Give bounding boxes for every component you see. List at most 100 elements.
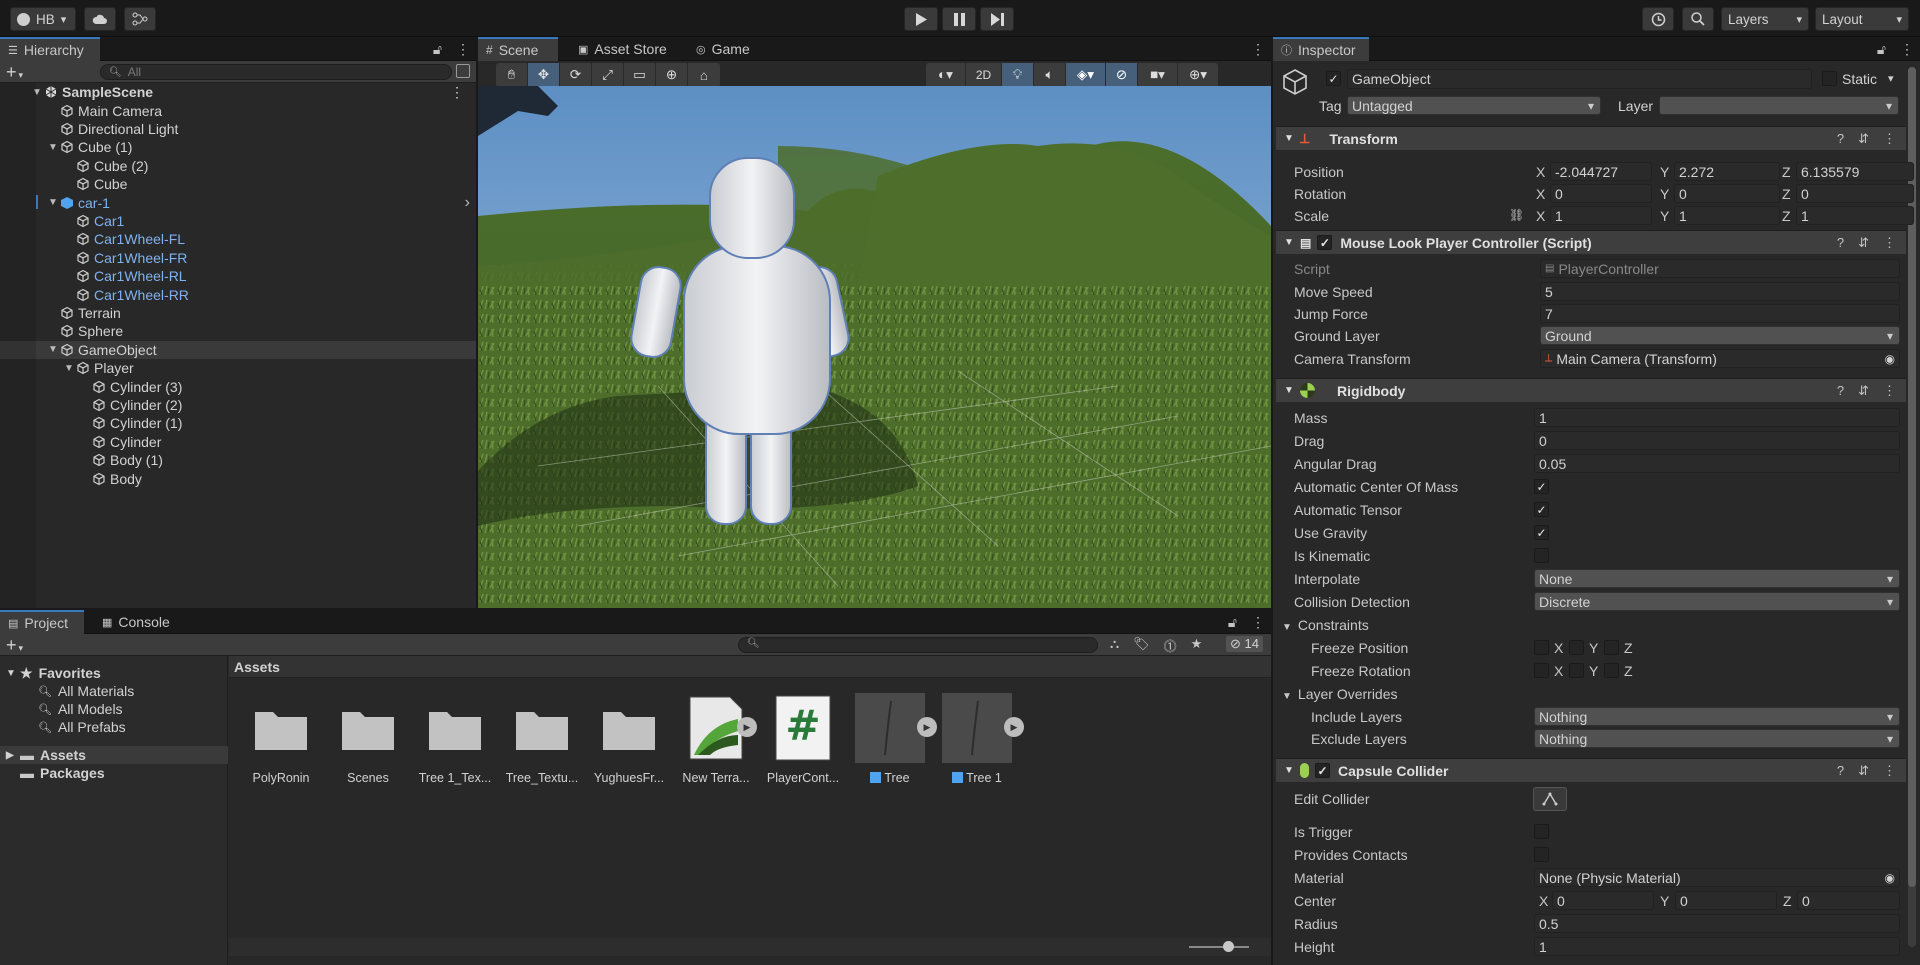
- kebab-menu-icon[interactable]: ⋮: [1883, 131, 1896, 147]
- presets-icon[interactable]: ⇵: [1858, 763, 1869, 779]
- drag-input[interactable]: 0: [1534, 431, 1900, 450]
- kebab-menu-icon[interactable]: ⋮: [1883, 235, 1896, 251]
- position-z-input[interactable]: 6.135579: [1796, 162, 1914, 181]
- is-trigger-checkbox[interactable]: [1534, 824, 1549, 839]
- lock-icon[interactable]: 🔓︎: [1877, 41, 1886, 58]
- scale-y-input[interactable]: 1: [1674, 206, 1780, 225]
- freeze-rot-x-checkbox[interactable]: [1534, 663, 1549, 678]
- tab-inspector[interactable]: ⓘ Inspector: [1273, 37, 1369, 61]
- favorite-all-models[interactable]: 🔍︎ All Models: [38, 700, 123, 718]
- layer-dropdown[interactable]: [1659, 96, 1899, 115]
- tab-scene[interactable]: # Scene: [478, 37, 558, 61]
- center-x-input[interactable]: 0: [1552, 891, 1654, 910]
- layers-dropdown[interactable]: Layers ▾: [1721, 7, 1809, 31]
- presets-icon[interactable]: ⇵: [1858, 131, 1869, 147]
- gizmos-icon[interactable]: ⊕▾: [1178, 63, 1218, 87]
- account-dropdown[interactable]: HB ▾: [10, 7, 76, 31]
- expand-asset-icon[interactable]: ▶: [1004, 717, 1024, 737]
- collision-detection-dropdown[interactable]: Discrete: [1534, 592, 1900, 611]
- hierarchy-item[interactable]: Main Camera: [0, 101, 476, 119]
- ground-layer-dropdown[interactable]: Ground: [1540, 326, 1900, 345]
- kebab-menu-icon[interactable]: ⋮: [1251, 614, 1265, 631]
- use-gravity-checkbox[interactable]: ✓: [1534, 525, 1549, 540]
- scene-viewport[interactable]: [478, 86, 1271, 608]
- step-button[interactable]: [980, 7, 1014, 31]
- hierarchy-item[interactable]: Car1Wheel-FL: [0, 230, 476, 248]
- expand-asset-icon[interactable]: ▶: [737, 717, 757, 737]
- layout-dropdown[interactable]: Layout ▾: [1815, 7, 1909, 31]
- project-search-input[interactable]: 🔍︎: [738, 637, 1098, 653]
- move-tool-icon[interactable]: ✥: [528, 63, 560, 87]
- kebab-menu-icon[interactable]: ⋮: [456, 41, 470, 58]
- freeze-pos-x-checkbox[interactable]: [1534, 640, 1549, 655]
- object-picker-icon[interactable]: ◉: [1885, 352, 1895, 366]
- star-icon[interactable]: ★: [1191, 636, 1203, 655]
- asset-item[interactable]: # PlayerCont...: [760, 693, 846, 785]
- hand-tool-icon[interactable]: ✋︎: [496, 63, 528, 87]
- radius-input[interactable]: 0.5: [1534, 914, 1900, 933]
- asset-item[interactable]: Scenes: [325, 693, 411, 785]
- hierarchy-item[interactable]: Body: [0, 469, 476, 487]
- camera-transform-field[interactable]: ⟂ Main Camera (Transform) ◉: [1540, 349, 1900, 368]
- kebab-menu-icon[interactable]: ⋮: [1900, 41, 1914, 58]
- move-speed-input[interactable]: 5: [1540, 282, 1900, 301]
- cloud-button[interactable]: [84, 7, 116, 31]
- expand-arrow-icon[interactable]: ▼: [64, 363, 76, 374]
- jump-force-input[interactable]: 7: [1540, 304, 1900, 323]
- rigidbody-header[interactable]: ▼ Rigidbody ? ⇵ ⋮: [1276, 378, 1906, 402]
- scale-z-input[interactable]: 1: [1796, 206, 1914, 225]
- hierarchy-search-input[interactable]: 🔍︎ All: [100, 64, 452, 80]
- help-icon[interactable]: ?: [1837, 383, 1844, 399]
- search-button[interactable]: [1682, 7, 1714, 31]
- custom-tool-icon[interactable]: ⌂: [688, 63, 720, 87]
- collab-button[interactable]: [124, 7, 156, 31]
- position-y-input[interactable]: 2.272: [1674, 162, 1780, 181]
- include-layers-dropdown[interactable]: Nothing: [1534, 707, 1900, 726]
- create-button[interactable]: + ▾: [6, 635, 23, 656]
- material-field[interactable]: None (Physic Material) ◉: [1534, 868, 1900, 887]
- favorites-header[interactable]: ▼ ★ Favorites: [6, 664, 101, 682]
- presets-icon[interactable]: ⇵: [1858, 383, 1869, 399]
- object-picker-icon[interactable]: ◉: [1885, 871, 1895, 885]
- hidden-packages-toggle[interactable]: ⊘ 14: [1226, 636, 1263, 652]
- active-checkbox[interactable]: ✓: [1326, 71, 1341, 86]
- chevron-right-icon[interactable]: ›: [465, 194, 470, 212]
- lock-icon[interactable]: 🔓︎: [433, 41, 442, 58]
- interpolate-dropdown[interactable]: None: [1534, 569, 1900, 588]
- capsule-collider-header[interactable]: ▼ ✓ Capsule Collider ? ⇵ ⋮: [1276, 758, 1906, 782]
- transform-header[interactable]: ▼ ⟂ Transform ? ⇵ ⋮: [1276, 126, 1906, 150]
- asset-item[interactable]: Tree_Textu...: [499, 693, 585, 785]
- hierarchy-item[interactable]: Cube: [0, 175, 476, 193]
- tab-hierarchy[interactable]: ☰ Hierarchy: [0, 37, 100, 61]
- position-x-input[interactable]: -2.044727: [1550, 162, 1652, 181]
- pause-button[interactable]: [942, 7, 976, 31]
- play-button[interactable]: [904, 7, 938, 31]
- effects-icon[interactable]: ◈▾: [1066, 63, 1106, 87]
- tag-dropdown[interactable]: Untagged: [1347, 96, 1601, 115]
- transform-tool-icon[interactable]: ⊕: [656, 63, 688, 87]
- lock-icon[interactable]: 🔓︎: [1228, 614, 1237, 631]
- constraints-foldout[interactable]: ▼ Constraints: [1282, 617, 1369, 633]
- warning-icon[interactable]: ⓵: [1164, 636, 1177, 655]
- kebab-menu-icon[interactable]: ⋮: [1883, 763, 1896, 779]
- hierarchy-item[interactable]: Car1Wheel-FR: [0, 249, 476, 267]
- tab-console[interactable]: ▦ Console: [94, 610, 178, 634]
- add-button[interactable]: + ▾: [6, 62, 23, 83]
- mass-input[interactable]: 1: [1534, 408, 1900, 427]
- hierarchy-item[interactable]: ▼ car-1 ›: [0, 193, 476, 211]
- tab-game[interactable]: ◎ Game: [688, 37, 758, 61]
- freeze-pos-z-checkbox[interactable]: [1604, 640, 1619, 655]
- asset-item[interactable]: ▶ Tree: [847, 693, 937, 785]
- hierarchy-item[interactable]: Cube (2): [0, 157, 476, 175]
- auto-com-checkbox[interactable]: ✓: [1534, 479, 1549, 494]
- static-checkbox[interactable]: [1822, 71, 1837, 86]
- rotate-tool-icon[interactable]: ⟳: [560, 63, 592, 87]
- hierarchy-item[interactable]: ▼ Player: [0, 359, 476, 377]
- script-component-header[interactable]: ▼ ▤ ✓ Mouse Look Player Controller (Scri…: [1276, 230, 1906, 254]
- kebab-menu-icon[interactable]: ⋮: [1251, 41, 1265, 58]
- is-kinematic-checkbox[interactable]: [1534, 548, 1549, 563]
- hierarchy-item[interactable]: Sphere: [0, 322, 476, 340]
- undo-history-button[interactable]: [1642, 7, 1674, 31]
- hierarchy-item[interactable]: Directional Light: [0, 120, 476, 138]
- asset-item[interactable]: ▶ New Terra...: [673, 693, 759, 785]
